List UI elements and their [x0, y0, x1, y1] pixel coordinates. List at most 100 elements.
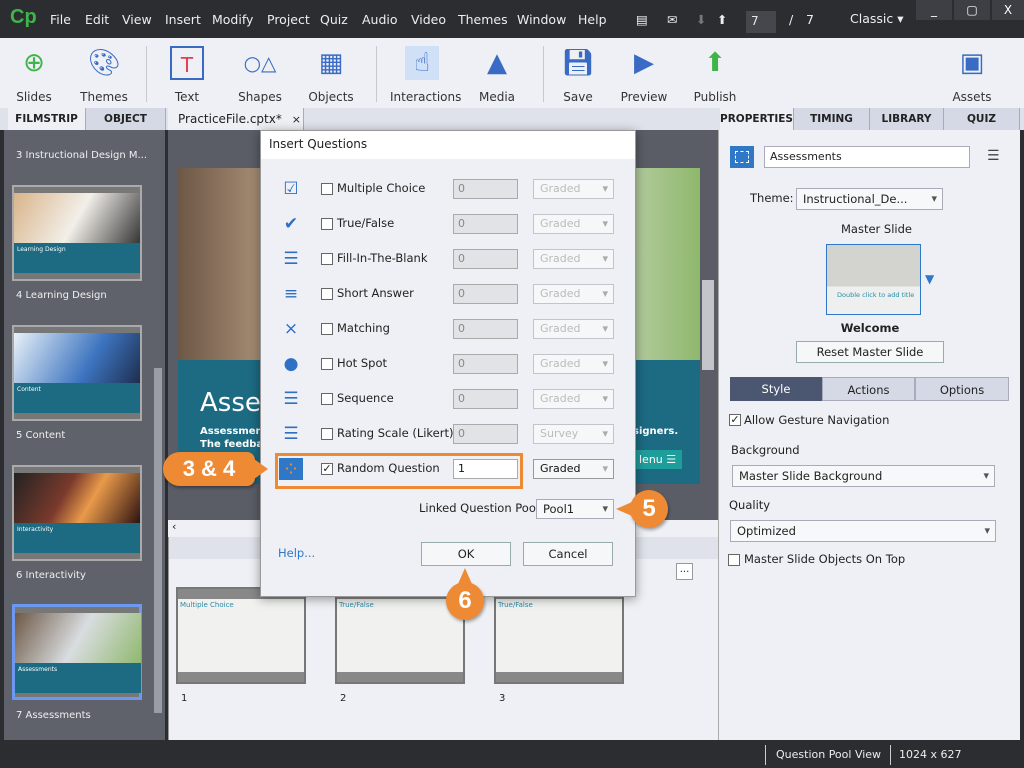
- question-thumb[interactable]: Multiple Choice: [176, 587, 306, 684]
- close-button[interactable]: X: [992, 0, 1024, 20]
- shapes-button[interactable]: ○△ Shapes: [228, 42, 292, 104]
- gesture-checkbox[interactable]: ✓: [729, 414, 741, 426]
- menu-help[interactable]: Help: [578, 12, 607, 27]
- filmstrip-scrollbar[interactable]: [154, 368, 162, 713]
- question-grade-select[interactable]: Graded: [533, 214, 614, 234]
- question-grade-select[interactable]: Graded: [533, 354, 614, 374]
- tab-quiz[interactable]: QUIZ: [944, 108, 1020, 130]
- question-grade-select[interactable]: Graded: [533, 319, 614, 339]
- question-grade-select[interactable]: Graded: [533, 179, 614, 199]
- media-button[interactable]: ▲ Media: [465, 42, 529, 104]
- themes-button[interactable]: 🎨︎ Themes: [72, 42, 136, 104]
- menu-audio[interactable]: Audio: [362, 12, 398, 27]
- question-type-checkbox[interactable]: [321, 288, 333, 300]
- maximize-button[interactable]: ▢: [954, 0, 990, 20]
- question-grade-select[interactable]: Graded: [533, 284, 614, 304]
- question-grade-select[interactable]: Graded: [533, 459, 614, 479]
- menu-modify[interactable]: Modify: [212, 12, 253, 27]
- question-count-input[interactable]: 0: [453, 214, 518, 234]
- arrow-down-icon[interactable]: ⬇: [696, 12, 706, 27]
- comment-icon[interactable]: ▤: [636, 12, 648, 27]
- workspace-switcher[interactable]: Classic ▾: [850, 11, 903, 26]
- tab-library[interactable]: LIBRARY: [870, 108, 944, 130]
- slide-thumb-6[interactable]: Interactivity: [12, 465, 142, 561]
- slides-button[interactable]: ⊕ Slides: [2, 42, 66, 104]
- tab-timing[interactable]: TIMING: [794, 108, 870, 130]
- tab-style[interactable]: Style: [730, 377, 822, 401]
- app-logo: Cp: [10, 6, 37, 28]
- quality-select[interactable]: Optimized: [730, 520, 996, 542]
- menu-quiz[interactable]: Quiz: [320, 12, 348, 27]
- publish-label: Publish: [693, 90, 737, 104]
- theme-select[interactable]: Instructional_De...: [796, 188, 943, 210]
- question-type-checkbox[interactable]: [321, 218, 333, 230]
- tab-options[interactable]: Options: [915, 377, 1009, 401]
- tab-filmstrip[interactable]: FILMSTRIP: [8, 108, 86, 130]
- publish-button[interactable]: ⬆ Publish: [683, 42, 747, 104]
- objects-on-top-checkbox[interactable]: [728, 554, 740, 566]
- menu-edit[interactable]: Edit: [85, 12, 109, 27]
- theme-label: Theme:: [750, 191, 794, 205]
- minimize-button[interactable]: _: [916, 0, 952, 20]
- close-tab-icon[interactable]: ×: [292, 113, 301, 126]
- tab-actions[interactable]: Actions: [822, 377, 915, 401]
- question-grade-select[interactable]: Graded: [533, 389, 614, 409]
- menu-window[interactable]: Window: [517, 12, 566, 27]
- question-type-row: ✔ True/False 0 Graded: [261, 209, 635, 239]
- question-thumb[interactable]: True/False: [494, 587, 624, 684]
- question-type-checkbox[interactable]: [321, 183, 333, 195]
- cancel-button[interactable]: Cancel: [523, 542, 613, 566]
- question-type-checkbox[interactable]: [321, 253, 333, 265]
- arrow-up-icon[interactable]: ⬆: [717, 12, 727, 27]
- question-type-checkbox[interactable]: [321, 393, 333, 405]
- shapes-label: Shapes: [238, 90, 282, 104]
- page-number-input[interactable]: 7: [746, 11, 776, 33]
- question-type-checkbox[interactable]: [321, 323, 333, 335]
- stage-vertical-scrollbar[interactable]: [702, 280, 714, 370]
- assets-button[interactable]: ▣ Assets: [940, 42, 1004, 104]
- slide-thumb-4[interactable]: Learning Design: [12, 185, 142, 281]
- tab-object-state[interactable]: OBJECT STATE: [86, 108, 166, 147]
- slide-thumb-5[interactable]: Content: [12, 325, 142, 421]
- question-type-checkbox[interactable]: [321, 428, 333, 440]
- menu-video[interactable]: Video: [411, 12, 446, 27]
- question-count-input[interactable]: 0: [453, 389, 518, 409]
- background-select[interactable]: Master Slide Background: [732, 465, 995, 487]
- menu-project[interactable]: Project: [267, 12, 310, 27]
- master-slide-thumb[interactable]: Double click to add title: [826, 244, 921, 315]
- menu-view[interactable]: View: [122, 12, 152, 27]
- text-button[interactable]: T Text: [155, 42, 219, 104]
- slide-thumb-7[interactable]: Assessments: [12, 604, 142, 700]
- slide-menu-button[interactable]: lenu ☰: [633, 450, 683, 469]
- mail-icon[interactable]: ✉: [667, 12, 677, 27]
- menu-insert[interactable]: Insert: [165, 12, 201, 27]
- question-count-input[interactable]: 0: [453, 424, 518, 444]
- media-label: Media: [478, 90, 516, 104]
- question-count-input[interactable]: 0: [453, 179, 518, 199]
- save-button[interactable]: 💾︎ Save: [546, 42, 610, 104]
- menu-file[interactable]: File: [50, 12, 71, 27]
- slide-name-input[interactable]: Assessments: [764, 146, 970, 168]
- question-count-input[interactable]: 0: [453, 249, 518, 269]
- question-type-label: Matching: [337, 321, 390, 335]
- question-type-row: ☑ Multiple Choice 0 Graded: [261, 174, 635, 204]
- master-dropdown-icon[interactable]: ▼: [925, 272, 934, 286]
- preview-button[interactable]: ▶ Preview: [612, 42, 676, 104]
- question-grade-select[interactable]: Graded: [533, 249, 614, 269]
- question-count-input[interactable]: 0: [453, 319, 518, 339]
- interactions-button[interactable]: ☝ Interactions: [390, 42, 461, 104]
- tab-properties[interactable]: PROPERTIES: [720, 108, 794, 130]
- ok-button[interactable]: OK: [421, 542, 511, 566]
- menu-themes[interactable]: Themes: [458, 12, 508, 27]
- question-type-checkbox[interactable]: [321, 358, 333, 370]
- objects-button[interactable]: ▦ Objects: [299, 42, 363, 104]
- pool-more-button[interactable]: ...: [676, 563, 693, 580]
- question-count-input[interactable]: 0: [453, 354, 518, 374]
- panel-menu-icon[interactable]: ☰: [987, 148, 1000, 164]
- question-grade-select[interactable]: Survey: [533, 424, 614, 444]
- reset-master-slide-button[interactable]: Reset Master Slide: [796, 341, 944, 363]
- tab-document[interactable]: PracticeFile.cptx* ×: [168, 108, 304, 130]
- help-link[interactable]: Help...: [278, 546, 315, 560]
- question-count-input[interactable]: 0: [453, 284, 518, 304]
- linked-pool-select[interactable]: Pool1: [536, 499, 614, 519]
